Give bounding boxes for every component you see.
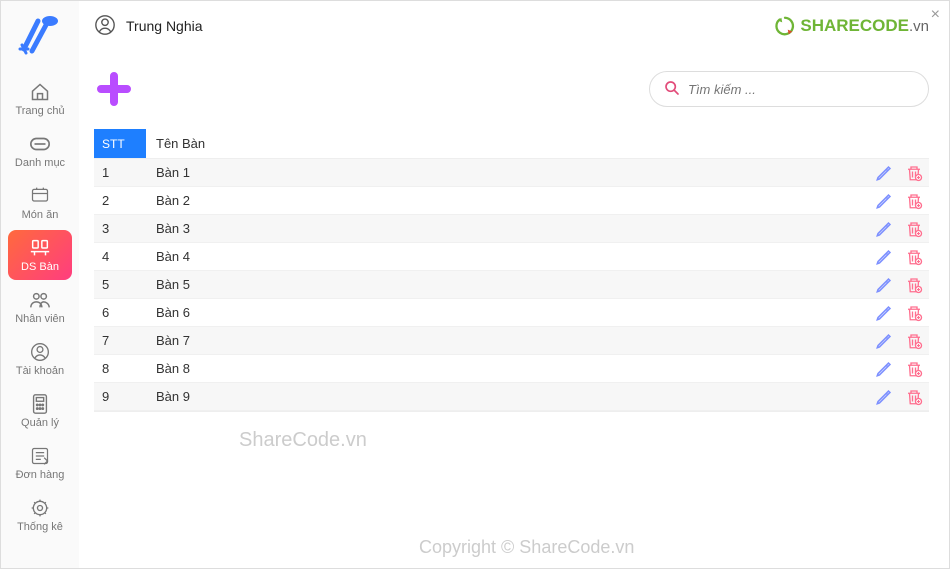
cell-name: Bàn 2 bbox=[146, 193, 849, 208]
table-header: STT Tên Bàn bbox=[94, 129, 929, 159]
sidebar-item-tài-khoản[interactable]: Tài khoản bbox=[8, 334, 72, 384]
cell-name: Bàn 9 bbox=[146, 389, 849, 404]
user-icon bbox=[94, 14, 116, 39]
table-row[interactable]: 4Bàn 4 bbox=[94, 243, 929, 271]
sidebar-item-label: Trang chủ bbox=[15, 105, 64, 117]
table-row[interactable]: 3Bàn 3 bbox=[94, 215, 929, 243]
edit-button[interactable] bbox=[875, 164, 893, 182]
app-logo bbox=[16, 11, 64, 59]
manage-icon bbox=[31, 393, 49, 415]
sidebar-item-trang-chủ[interactable]: Trang chủ bbox=[8, 74, 72, 124]
delete-button[interactable] bbox=[905, 192, 923, 210]
col-header-name[interactable]: Tên Bàn bbox=[146, 129, 849, 158]
table-row[interactable]: 2Bàn 2 bbox=[94, 187, 929, 215]
cell-name: Bàn 5 bbox=[146, 277, 849, 292]
user-name: Trung Nghia bbox=[126, 18, 203, 34]
food-icon bbox=[30, 185, 50, 207]
delete-button[interactable] bbox=[905, 360, 923, 378]
account-icon bbox=[30, 341, 50, 363]
cell-name: Bàn 6 bbox=[146, 305, 849, 320]
sidebar: Trang chủ Danh mục Món ăn DS Bàn Nhân viên Tà… bbox=[1, 1, 79, 568]
user-info[interactable]: Trung Nghia bbox=[94, 14, 203, 39]
delete-button[interactable] bbox=[905, 304, 923, 322]
stats-icon bbox=[30, 497, 50, 519]
table-icon bbox=[29, 237, 51, 259]
sidebar-item-label: Tài khoản bbox=[16, 365, 64, 377]
sidebar-item-danh-mục[interactable]: Danh mục bbox=[8, 126, 72, 176]
table-row[interactable]: 9Bàn 9 bbox=[94, 383, 929, 411]
order-icon bbox=[30, 445, 50, 467]
cell-stt: 1 bbox=[94, 165, 146, 180]
toolbar bbox=[94, 59, 929, 119]
edit-button[interactable] bbox=[875, 248, 893, 266]
sidebar-item-label: Nhân viên bbox=[15, 313, 65, 325]
watermark: ShareCode.vn bbox=[239, 429, 367, 452]
cell-stt: 3 bbox=[94, 221, 146, 236]
cell-stt: 6 bbox=[94, 305, 146, 320]
edit-button[interactable] bbox=[875, 388, 893, 406]
cell-name: Bàn 3 bbox=[146, 221, 849, 236]
sidebar-item-label: Thống kê bbox=[17, 521, 63, 533]
sidebar-item-label: Quản lý bbox=[21, 417, 59, 429]
sidebar-item-quản-lý[interactable]: Quản lý bbox=[8, 386, 72, 436]
cell-stt: 5 bbox=[94, 277, 146, 292]
search-box[interactable] bbox=[649, 71, 929, 107]
search-input[interactable] bbox=[688, 82, 914, 97]
delete-button[interactable] bbox=[905, 276, 923, 294]
table-row[interactable]: 5Bàn 5 bbox=[94, 271, 929, 299]
sidebar-item-thống-kê[interactable]: Thống kê bbox=[8, 490, 72, 540]
table: STT Tên Bàn 1Bàn 12Bàn 23Bàn 34Bàn 45Bàn… bbox=[94, 129, 929, 412]
cell-stt: 7 bbox=[94, 333, 146, 348]
col-header-stt[interactable]: STT bbox=[94, 129, 146, 158]
table-row[interactable]: 6Bàn 6 bbox=[94, 299, 929, 327]
cell-stt: 2 bbox=[94, 193, 146, 208]
home-icon bbox=[30, 81, 50, 103]
edit-button[interactable] bbox=[875, 332, 893, 350]
cell-stt: 4 bbox=[94, 249, 146, 264]
delete-button[interactable] bbox=[905, 220, 923, 238]
edit-button[interactable] bbox=[875, 304, 893, 322]
edit-button[interactable] bbox=[875, 360, 893, 378]
sidebar-item-label: Danh mục bbox=[15, 157, 65, 169]
delete-button[interactable] bbox=[905, 164, 923, 182]
delete-button[interactable] bbox=[905, 248, 923, 266]
sidebar-item-món-ăn[interactable]: Món ăn bbox=[8, 178, 72, 228]
table-row[interactable]: 1Bàn 1 bbox=[94, 159, 929, 187]
edit-button[interactable] bbox=[875, 220, 893, 238]
sidebar-item-đơn-hàng[interactable]: Đơn hàng bbox=[8, 438, 72, 488]
list-icon bbox=[29, 133, 51, 155]
sidebar-item-label: DS Bàn bbox=[21, 261, 59, 273]
sidebar-item-ds-bàn[interactable]: DS Bàn bbox=[8, 230, 72, 280]
cell-stt: 9 bbox=[94, 389, 146, 404]
table-row[interactable]: 8Bàn 8 bbox=[94, 355, 929, 383]
edit-button[interactable] bbox=[875, 192, 893, 210]
sidebar-item-label: Món ăn bbox=[22, 209, 59, 221]
brand-suffix: .vn bbox=[909, 18, 929, 35]
staff-icon bbox=[29, 289, 51, 311]
cell-name: Bàn 1 bbox=[146, 165, 849, 180]
edit-button[interactable] bbox=[875, 276, 893, 294]
search-icon bbox=[664, 80, 680, 99]
delete-button[interactable] bbox=[905, 332, 923, 350]
table-row[interactable]: 7Bàn 7 bbox=[94, 327, 929, 355]
sidebar-item-label: Đơn hàng bbox=[16, 469, 65, 481]
add-button[interactable] bbox=[94, 69, 134, 109]
brand-logo: SHARECODE .vn bbox=[774, 15, 929, 37]
brand-text: SHARECODE bbox=[800, 16, 909, 36]
cell-name: Bàn 4 bbox=[146, 249, 849, 264]
cell-stt: 8 bbox=[94, 361, 146, 376]
watermark-copyright: Copyright © ShareCode.vn bbox=[419, 537, 634, 558]
cell-name: Bàn 7 bbox=[146, 333, 849, 348]
sidebar-item-nhân-viên[interactable]: Nhân viên bbox=[8, 282, 72, 332]
cell-name: Bàn 8 bbox=[146, 361, 849, 376]
topbar: Trung Nghia SHARECODE .vn bbox=[94, 1, 929, 51]
delete-button[interactable] bbox=[905, 388, 923, 406]
